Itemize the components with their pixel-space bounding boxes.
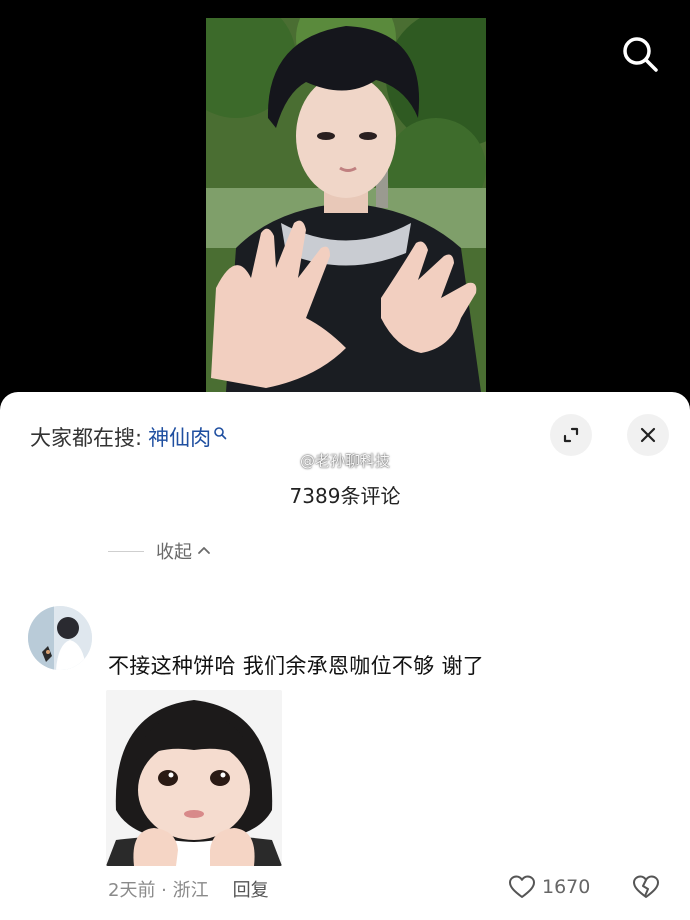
chevron-up-icon	[198, 547, 210, 554]
close-icon	[640, 427, 656, 443]
comment-text: 不接这种饼哈 我们余承恩咖位不够 谢了	[108, 654, 485, 678]
video-thumbnail[interactable]	[206, 18, 486, 392]
search-button[interactable]	[618, 34, 662, 74]
hot-search-keyword[interactable]: 神仙肉	[148, 422, 211, 452]
comment-time-location: 2天前 · 浙江	[108, 880, 209, 901]
collapse-button[interactable]: 收起	[108, 538, 212, 564]
expand-button[interactable]	[550, 414, 592, 456]
watermark-text: @老孙聊科技	[300, 452, 391, 470]
close-button[interactable]	[627, 414, 669, 456]
comment-photo	[106, 690, 282, 866]
watermark: @老孙聊科技	[300, 450, 390, 471]
hot-search-prefix: 大家都在搜:	[30, 426, 143, 450]
hot-search-row[interactable]: 大家都在搜: 神仙肉	[30, 422, 227, 452]
like-button[interactable]: 1670	[508, 874, 590, 900]
collapse-divider	[108, 550, 144, 552]
search-icon	[623, 37, 658, 72]
comment-meta: 2天前 · 浙江 回复	[108, 876, 269, 902]
comment-count: 7389条评论	[289, 484, 401, 508]
comment-sheet: 大家都在搜: 神仙肉 @老孙聊科技 7389条评论 收起 不接这种饼哈 我们余承…	[0, 392, 690, 920]
avatar[interactable]	[28, 606, 92, 670]
comment-image[interactable]	[106, 690, 282, 866]
video-area[interactable]	[0, 0, 690, 392]
expand-icon	[563, 427, 579, 443]
dislike-button[interactable]	[632, 874, 660, 904]
heart-icon	[509, 875, 535, 898]
avatar-image	[28, 606, 92, 670]
reply-button[interactable]: 回复	[233, 876, 269, 902]
broken-heart-icon	[633, 875, 659, 898]
keyword-search-icon	[214, 427, 227, 440]
collapse-label: 收起	[156, 542, 192, 563]
like-count: 1670	[542, 876, 591, 898]
video-image	[206, 18, 486, 392]
